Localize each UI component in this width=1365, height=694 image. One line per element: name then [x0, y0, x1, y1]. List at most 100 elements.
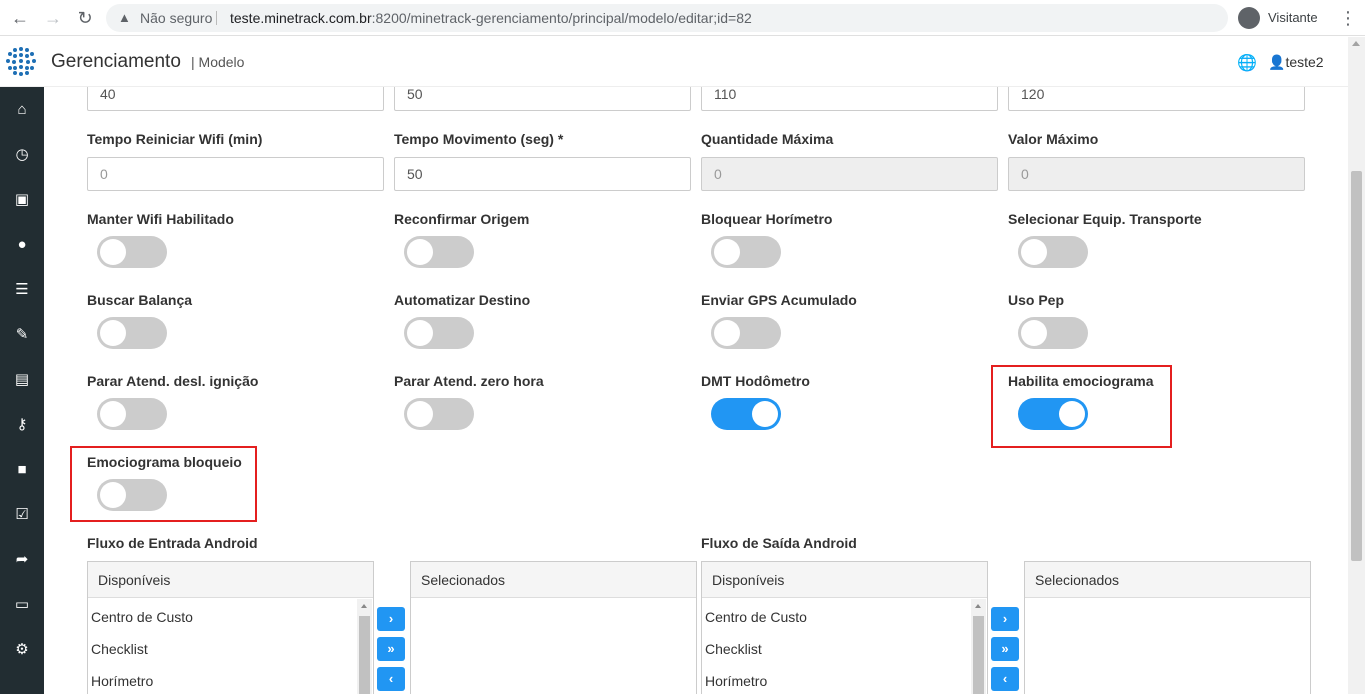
toggle-label-uso-pep: Uso Pep	[1008, 292, 1065, 308]
app-title: Gerenciamento	[51, 51, 181, 72]
more-options-icon[interactable]: ⋮	[1338, 8, 1358, 28]
list-header: Selecionados	[411, 562, 696, 598]
toggle-label-manter-wifi: Manter Wifi Habilitado	[87, 211, 234, 227]
list-item[interactable]: Centro de Custo	[88, 598, 373, 630]
toggle-label-buscar-balanca: Buscar Balança	[87, 292, 193, 308]
buscar-balanca-toggle[interactable]	[97, 317, 167, 349]
list-header: Selecionados	[1025, 562, 1310, 598]
list-item[interactable]: Horímetro	[702, 662, 987, 694]
list-header: Disponíveis	[702, 562, 987, 598]
field-label: Valor Máximo	[1008, 131, 1099, 147]
input-top-4[interactable]: 120	[1008, 87, 1305, 111]
user-menu[interactable]: 👤teste2	[1268, 54, 1324, 71]
saida-move-back-button[interactable]: ‹	[991, 667, 1019, 691]
entrada-selected-list[interactable]: Selecionados	[410, 561, 697, 694]
field-label: Tempo Reiniciar Wifi (min)	[87, 131, 263, 147]
back-arrow-icon[interactable]: ←	[10, 8, 30, 28]
home-icon[interactable]: ⌂	[0, 98, 44, 122]
saida-move-one-button[interactable]: ›	[991, 607, 1019, 631]
reconfirmar-origem-toggle[interactable]	[404, 236, 474, 268]
share-icon[interactable]: ➦	[0, 548, 44, 572]
forward-arrow-icon[interactable]: →	[43, 8, 63, 28]
list-item[interactable]: Checklist	[88, 630, 373, 662]
list-item[interactable]: Centro de Custo	[702, 598, 987, 630]
profile-button[interactable]: Visitante	[1234, 5, 1328, 31]
highlight-box-bloqueio	[70, 446, 257, 522]
key-icon[interactable]: ⚷	[0, 413, 44, 437]
uso-pep-toggle[interactable]	[1018, 317, 1088, 349]
globe-icon[interactable]: 🌐	[1237, 53, 1257, 72]
parar-atend-ignicao-toggle[interactable]	[97, 398, 167, 430]
toggle-label-parar-atend-zero: Parar Atend. zero hora	[394, 373, 544, 389]
main-content: 40 50 110 120 Tempo Reiniciar Wifi (min)…	[56, 87, 1336, 694]
field-quantidade-maxima: Quantidade Máxima	[701, 131, 998, 151]
minetrack-logo	[6, 47, 36, 76]
quantidade-maxima-input: 0	[701, 157, 998, 191]
selecionar-equip-toggle[interactable]	[1018, 236, 1088, 268]
bars-icon[interactable]: ☰	[0, 278, 44, 302]
list-scrollbar[interactable]	[971, 599, 986, 694]
address-bar[interactable]: ▲ Não seguro teste.minetrack.com.br:8200…	[106, 4, 1228, 32]
lock-icon[interactable]: ■	[0, 458, 44, 482]
clock-icon[interactable]: ◷	[0, 143, 44, 167]
input-top-2[interactable]: 50	[394, 87, 691, 111]
entrada-move-one-button[interactable]: ›	[377, 607, 405, 631]
list-item[interactable]: Checklist	[702, 630, 987, 662]
entrada-move-back-button[interactable]: ‹	[377, 667, 405, 691]
input-top-1[interactable]: 40	[87, 87, 384, 111]
security-label: Não seguro	[140, 10, 213, 26]
reload-icon[interactable]: ↻	[75, 8, 95, 28]
check-square-icon[interactable]: ☑	[0, 503, 44, 527]
saida-move-all-button[interactable]: »	[991, 637, 1019, 661]
tempo-reiniciar-wifi-input[interactable]: 0	[87, 157, 384, 191]
wrench-icon[interactable]: ✎	[0, 323, 44, 347]
page-scrollbar[interactable]	[1348, 37, 1365, 694]
entrada-move-all-button[interactable]: »	[377, 637, 405, 661]
toggle-label-enviar-gps: Enviar GPS Acumulado	[701, 292, 857, 308]
list-header: Disponíveis	[88, 562, 373, 598]
profile-name: Visitante	[1268, 10, 1318, 25]
scrollbar-thumb[interactable]	[1351, 171, 1362, 561]
field-tempo-reiniciar-wifi: Tempo Reiniciar Wifi (min)	[87, 131, 384, 151]
enviar-gps-toggle[interactable]	[711, 317, 781, 349]
page-subtitle: | Modelo	[191, 54, 245, 70]
avatar-icon	[1238, 6, 1260, 29]
archive-icon[interactable]: ▤	[0, 368, 44, 392]
sidebar: ⌂ ◷ ▣ ● ☰ ✎ ▤ ⚷ ■ ☑ ➦ ▭ ⚙	[0, 87, 44, 694]
toggle-label-parar-atend-ignicao: Parar Atend. desl. ignição	[87, 373, 259, 389]
fluxo-entrada-title: Fluxo de Entrada Android	[87, 535, 258, 551]
list-item[interactable]: Horímetro	[88, 662, 373, 694]
cogs-icon[interactable]: ⚙	[0, 638, 44, 662]
input-top-3[interactable]: 110	[701, 87, 998, 111]
highlight-box-habilita	[991, 365, 1172, 448]
divider	[216, 11, 217, 25]
user-icon[interactable]: ●	[0, 233, 44, 257]
tempo-movimento-input[interactable]: 50	[394, 157, 691, 191]
warning-icon: ▲	[118, 10, 131, 25]
bus-icon[interactable]: ▣	[0, 188, 44, 212]
field-tempo-movimento: Tempo Movimento (seg) *	[394, 131, 691, 151]
valor-maximo-input: 0	[1008, 157, 1305, 191]
bloquear-horimetro-toggle[interactable]	[711, 236, 781, 268]
toggle-label-reconfirmar-origem: Reconfirmar Origem	[394, 211, 530, 227]
toggle-label-dmt-hodometro: DMT Hodômetro	[701, 373, 810, 389]
parar-atend-zero-toggle[interactable]	[404, 398, 474, 430]
field-label: Tempo Movimento (seg) *	[394, 131, 564, 147]
dmt-hodometro-toggle[interactable]	[711, 398, 781, 430]
list-scrollbar[interactable]	[357, 599, 372, 694]
toggle-label-bloquear-horimetro: Bloquear Horímetro	[701, 211, 833, 227]
field-valor-maximo: Valor Máximo	[1008, 131, 1305, 151]
manter-wifi-toggle[interactable]	[97, 236, 167, 268]
entrada-available-list[interactable]: Disponíveis Centro de Custo Checklist Ho…	[87, 561, 374, 694]
saida-available-list[interactable]: Disponíveis Centro de Custo Checklist Ho…	[701, 561, 988, 694]
url-text: teste.minetrack.com.br:8200/minetrack-ge…	[230, 10, 752, 26]
money-icon[interactable]: ▭	[0, 593, 44, 617]
scroll-up-arrow-icon[interactable]	[1352, 41, 1360, 46]
saida-selected-list[interactable]: Selecionados	[1024, 561, 1311, 694]
fluxo-saida-title: Fluxo de Saída Android	[701, 535, 857, 551]
toggle-label-automatizar-destino: Automatizar Destino	[394, 292, 531, 308]
toggle-label-selecionar-equip: Selecionar Equip. Transporte	[1008, 211, 1202, 227]
app-header: Gerenciamento | Modelo 🌐 👤teste2	[0, 37, 1365, 87]
browser-toolbar: ← → ↻ ▲ Não seguro teste.minetrack.com.b…	[0, 0, 1365, 36]
automatizar-destino-toggle[interactable]	[404, 317, 474, 349]
